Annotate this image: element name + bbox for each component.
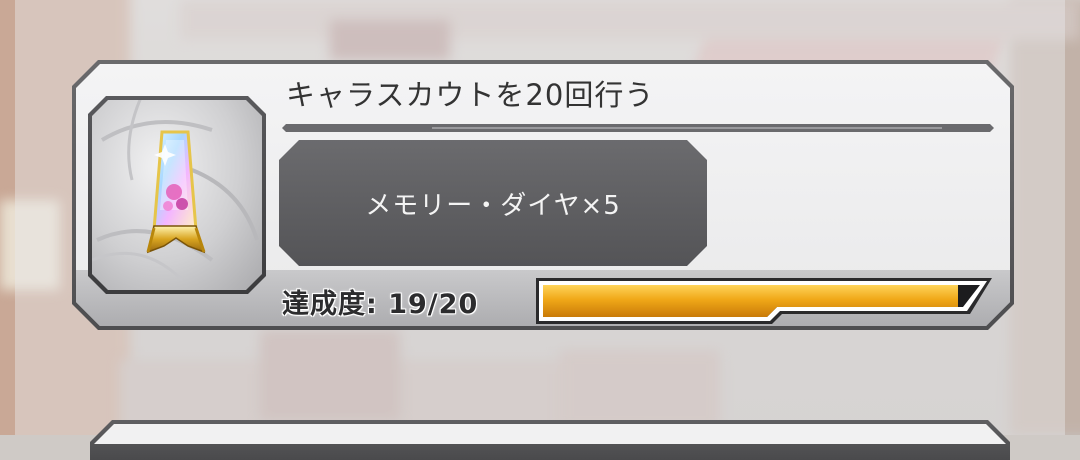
title-underline xyxy=(282,124,994,132)
next-mission-card-body xyxy=(94,424,1006,444)
memory-diamond-crystal-icon xyxy=(92,100,259,282)
progress-count: 19/20 xyxy=(388,289,479,320)
progress-label-prefix: 達成度: xyxy=(282,289,378,320)
progress-label: 達成度: 19/20 xyxy=(282,282,478,321)
reward-label: メモリー・ダイヤ×5 xyxy=(365,190,621,221)
progress-bar xyxy=(536,278,992,324)
mission-title: キャラスカウトを20回行う xyxy=(286,78,655,112)
